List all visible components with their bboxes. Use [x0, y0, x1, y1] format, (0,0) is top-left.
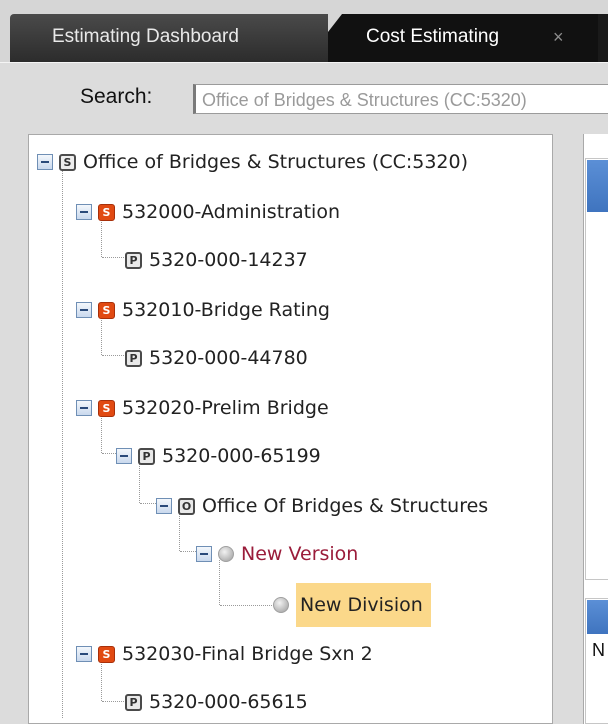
tree-node-label: New Version [241, 543, 359, 565]
project-badge-icon: P [138, 447, 155, 465]
search-input[interactable] [193, 84, 608, 114]
project-badge-icon: P [125, 349, 142, 367]
tree-node-label: 5320-000-44780 [149, 347, 308, 369]
search-bar: Search: [0, 62, 608, 134]
collapse-icon[interactable] [76, 302, 92, 318]
structure-badge-icon: S [59, 153, 76, 171]
tree-node[interactable]: S 532020-Prelim Bridge [76, 393, 329, 423]
tab-estimating-dashboard[interactable]: Estimating Dashboard [10, 14, 328, 62]
tree-node-label: 5320-000-65199 [162, 445, 321, 467]
tree-node-label: Office Of Bridges & Structures [202, 495, 489, 517]
tree-node[interactable]: O Office Of Bridges & Structures [156, 491, 488, 521]
tree-connector [102, 355, 124, 356]
collapse-icon[interactable] [156, 498, 172, 514]
tree-node-label: 532030-Final Bridge Sxn 2 [122, 643, 373, 665]
tab-cost-estimating[interactable]: Cost Estimating × [328, 14, 598, 62]
status-dot-icon [218, 546, 234, 562]
tree-node[interactable]: S 532010-Bridge Rating [76, 295, 330, 325]
collapse-icon[interactable] [76, 400, 92, 416]
tree-node[interactable]: P 5320-000-14237 [125, 245, 308, 275]
tree-connector [102, 257, 124, 258]
tree-connector [102, 701, 124, 702]
tab-label: Cost Estimating [366, 26, 500, 47]
tab-edge [598, 14, 608, 62]
structure-badge-icon: S [98, 203, 115, 221]
detail-grid-header [587, 160, 608, 212]
tree-node[interactable]: P 5320-000-65199 [116, 441, 321, 471]
tree-node[interactable]: S 532030-Final Bridge Sxn 2 [76, 639, 373, 669]
search-label: Search: [80, 85, 153, 108]
tree-node[interactable]: P 5320-000-65615 [125, 687, 308, 717]
project-badge-icon: P [125, 251, 142, 269]
tree-node-selected[interactable]: New Division [273, 583, 431, 627]
collapse-icon[interactable] [76, 646, 92, 662]
tab-bar: Estimating Dashboard Cost Estimating × [0, 0, 608, 62]
detail-grid [585, 158, 608, 580]
project-badge-icon: P [125, 693, 142, 711]
tree-node-label: 532000-Administration [122, 201, 340, 223]
tree-node-label: 5320-000-14237 [149, 249, 308, 271]
tree-node-label: 532010-Bridge Rating [122, 299, 330, 321]
splitter[interactable] [553, 134, 583, 724]
collapse-icon[interactable] [76, 204, 92, 220]
status-dot-icon [273, 597, 289, 613]
collapse-icon[interactable] [37, 154, 53, 170]
close-icon[interactable]: × [553, 14, 564, 60]
tree-node[interactable]: S 532000-Administration [76, 197, 340, 227]
structure-badge-icon: S [98, 645, 115, 663]
tree-node-root[interactable]: S Office of Bridges & Structures (CC:532… [37, 147, 468, 177]
collapse-icon[interactable] [116, 448, 132, 464]
tree-node-label: Office of Bridges & Structures (CC:5320) [83, 151, 469, 173]
tree-connector [220, 605, 272, 606]
tree-node[interactable]: P 5320-000-44780 [125, 343, 308, 373]
structure-badge-icon: S [98, 399, 115, 417]
detail-lower-cell: N [592, 640, 605, 660]
tree-node-label: New Division [296, 583, 431, 627]
tree-node-label: 532020-Prelim Bridge [122, 397, 329, 419]
detail-lower-header [587, 600, 608, 634]
structure-badge-icon: S [98, 301, 115, 319]
collapse-icon[interactable] [196, 546, 212, 562]
tab-label: Estimating Dashboard [52, 26, 239, 47]
office-badge-icon: O [178, 497, 195, 515]
tree-panel: S Office of Bridges & Structures (CC:532… [28, 134, 553, 724]
tree-connector [62, 162, 63, 718]
tree-node-label: 5320-000-65615 [149, 691, 308, 713]
tree-node[interactable]: New Version [196, 539, 358, 569]
